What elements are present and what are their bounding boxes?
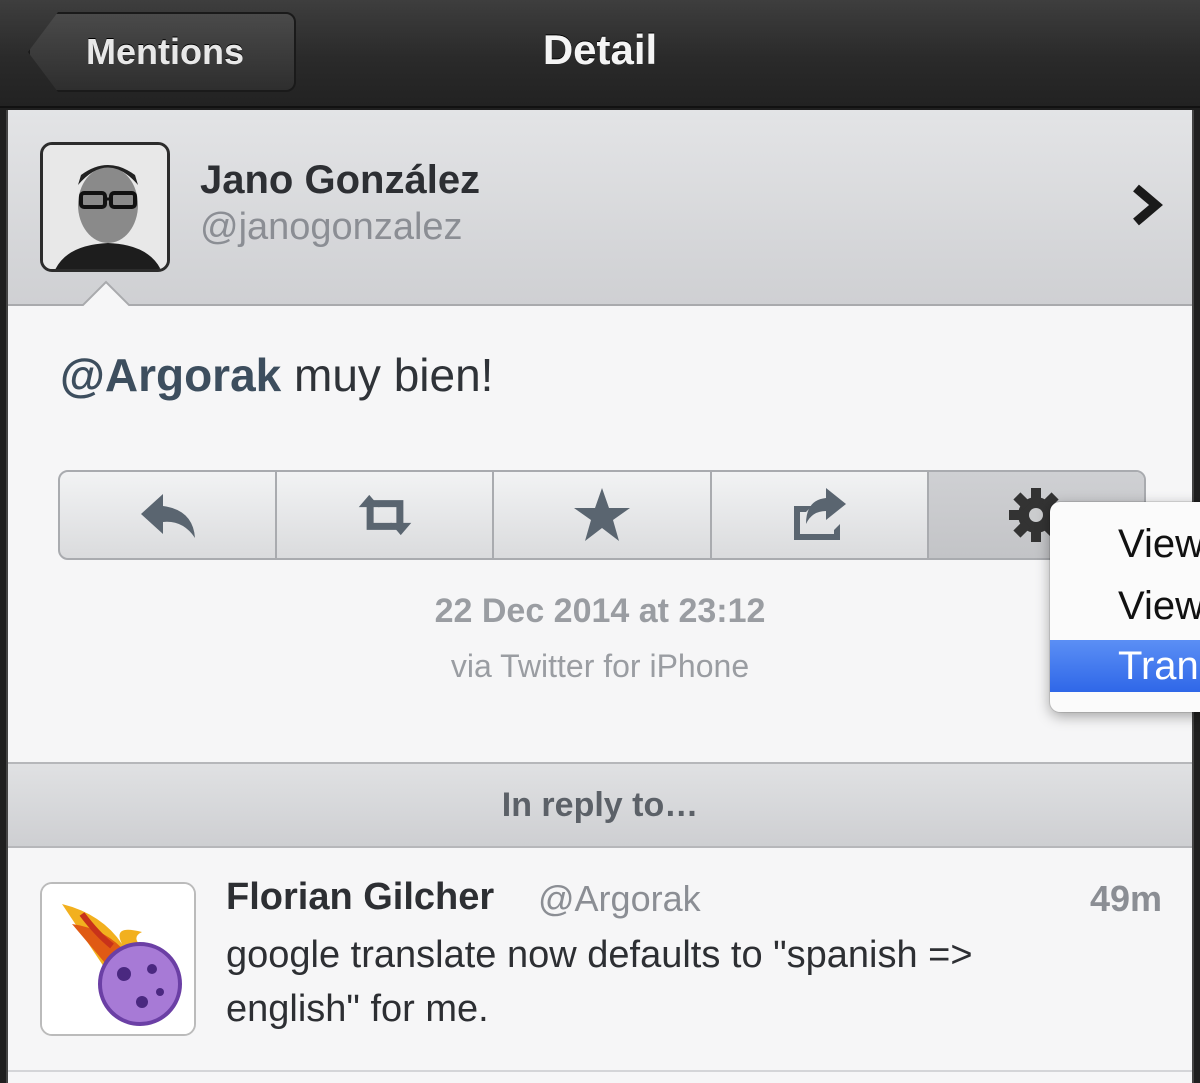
reply-avatar[interactable] [40, 882, 196, 1036]
fireball-avatar-image [42, 884, 194, 1034]
tweet-text: @Argorak muy bien! [60, 348, 493, 402]
menu-item-view-2[interactable]: View [1050, 580, 1200, 632]
user-handle: @janogonzalez [200, 206, 463, 248]
menu-item-translate[interactable]: Tran [1050, 640, 1200, 692]
chevron-right-icon[interactable] [1120, 180, 1170, 230]
tweet-body: muy bien! [281, 349, 494, 401]
divider [8, 1070, 1192, 1072]
page-title: Detail [542, 26, 658, 73]
share-icon [794, 488, 847, 540]
navigation-bar: Mentions Detail [0, 0, 1200, 108]
avatar-photo [43, 145, 167, 269]
user-header[interactable]: Jano González @janogonzalez [8, 110, 1192, 308]
favorite-button[interactable] [494, 472, 712, 558]
reply-timestamp: 49m [1089, 878, 1162, 919]
tweet-timestamp: 22 Dec 2014 at 23:12 [434, 592, 766, 630]
reply-tweet-text: google translate now defaults to "spanis… [226, 934, 973, 1030]
tweet-source[interactable]: via Twitter for iPhone [8, 648, 1192, 685]
reply-icon [140, 494, 195, 538]
reply-author-name[interactable]: Florian Gilcher [226, 876, 494, 919]
retweet-icon [358, 494, 412, 536]
action-bar [58, 470, 1146, 560]
tweet-mention-link[interactable]: @Argorak [60, 349, 281, 401]
pointer-notch [80, 280, 132, 308]
share-button[interactable] [712, 472, 929, 558]
context-menu: View View Tran [1050, 502, 1200, 712]
retweet-button[interactable] [277, 472, 495, 558]
reply-author-handle: @Argorak [538, 878, 701, 919]
in-reply-to-header: In reply to… [8, 762, 1192, 848]
reply-button[interactable] [60, 472, 278, 558]
menu-item-view-1[interactable]: View [1050, 518, 1200, 570]
user-name: Jano González [200, 158, 481, 202]
detail-panel: Jano González @janogonzalez @Argorak muy… [6, 110, 1194, 1083]
star-icon [574, 488, 630, 541]
avatar[interactable] [40, 142, 170, 272]
